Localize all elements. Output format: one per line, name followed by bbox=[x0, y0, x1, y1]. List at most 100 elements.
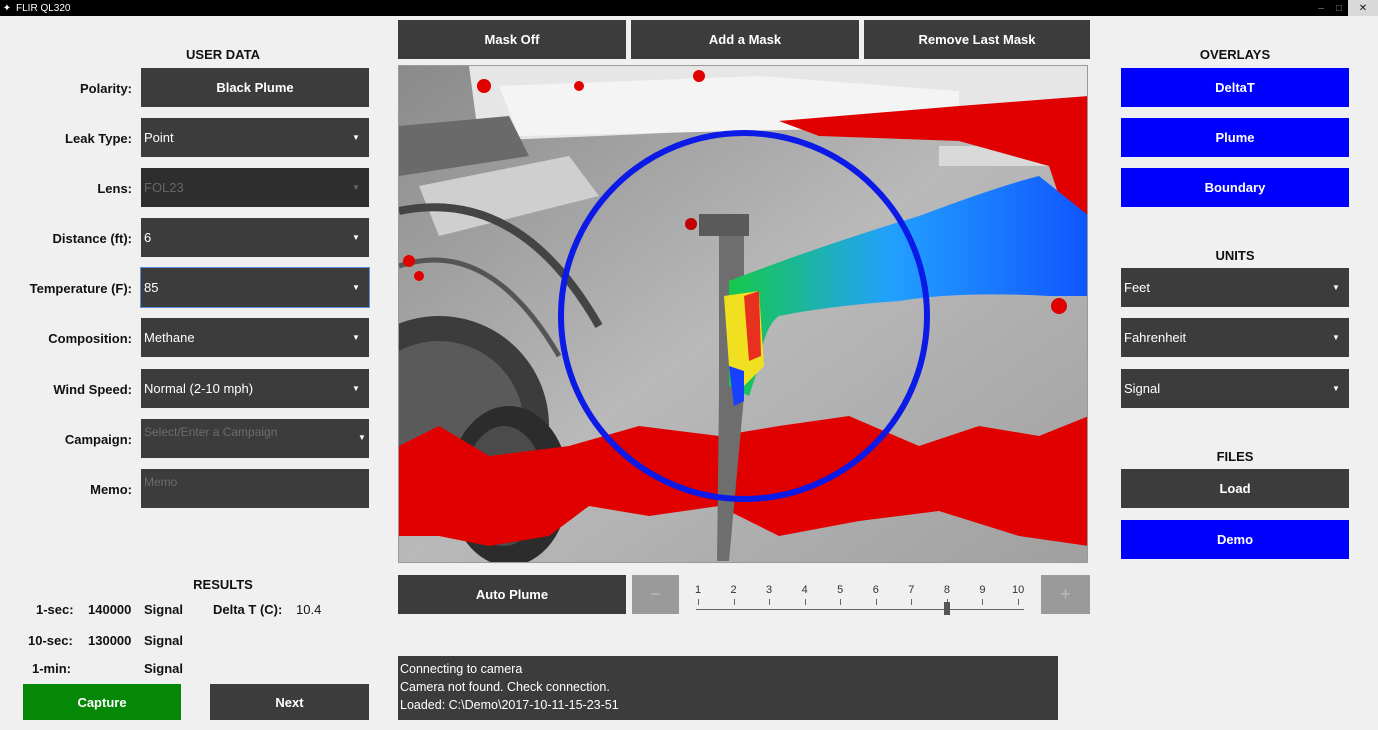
leak-type-dropdown[interactable]: Point ▼ bbox=[141, 118, 369, 157]
ten-sec-value: 130000 bbox=[88, 633, 132, 648]
maximize-icon[interactable]: □ bbox=[1330, 0, 1348, 16]
temperature-label: Temperature (F): bbox=[29, 281, 132, 296]
status-line: Camera not found. Check connection. bbox=[400, 680, 610, 694]
slider-tick-mark bbox=[840, 599, 842, 605]
minimize-icon[interactable]: – bbox=[1312, 0, 1330, 16]
chevron-down-icon: ▼ bbox=[352, 183, 360, 192]
close-icon[interactable]: ✕ bbox=[1348, 0, 1378, 16]
lens-value: FOL23 bbox=[144, 180, 184, 195]
temperature-dropdown[interactable]: 85 ▼ bbox=[140, 267, 370, 308]
slider-tick-label: 2 bbox=[730, 584, 737, 596]
leak-type-label: Leak Type: bbox=[65, 131, 132, 146]
auto-plume-button[interactable]: Auto Plume bbox=[398, 575, 626, 614]
boundary-overlay-button[interactable]: Boundary bbox=[1121, 168, 1349, 207]
chevron-down-icon: ▼ bbox=[1332, 333, 1340, 342]
thermal-image-viewer[interactable] bbox=[398, 65, 1088, 563]
campaign-combobox[interactable]: Select/Enter a Campaign ▼ bbox=[141, 419, 369, 458]
remove-last-mask-button[interactable]: Remove Last Mask bbox=[864, 20, 1090, 59]
next-button[interactable]: Next bbox=[210, 684, 369, 720]
wind-speed-value: Normal (2-10 mph) bbox=[144, 381, 254, 396]
slider-tick-mark bbox=[769, 599, 771, 605]
slider-tick-label: 4 bbox=[801, 584, 808, 596]
results-title: RESULTS bbox=[193, 577, 253, 592]
slider-tick-label: 5 bbox=[837, 584, 844, 596]
chevron-down-icon: ▼ bbox=[358, 433, 366, 442]
plume-overlay-button[interactable]: Plume bbox=[1121, 118, 1349, 157]
signal-unit-dropdown[interactable]: Signal ▼ bbox=[1121, 369, 1349, 408]
chevron-down-icon: ▼ bbox=[352, 333, 360, 342]
memo-label: Memo: bbox=[90, 482, 132, 497]
one-min-unit: Signal bbox=[144, 661, 184, 676]
slider-tick-mark bbox=[733, 599, 735, 605]
one-min-label: 1-min: bbox=[32, 661, 71, 676]
window-controls: – □ ✕ bbox=[1312, 0, 1378, 16]
campaign-placeholder: Select/Enter a Campaign bbox=[144, 425, 278, 439]
demo-button[interactable]: Demo bbox=[1121, 520, 1349, 559]
slider-tick-label: 10 bbox=[1012, 584, 1025, 596]
slider-tick-mark bbox=[982, 599, 984, 605]
slider-tick-label: 8 bbox=[943, 584, 950, 596]
slider-tick-mark bbox=[911, 599, 913, 605]
slider-tick-mark bbox=[804, 599, 806, 605]
user-data-title: USER DATA bbox=[186, 47, 260, 62]
slider-tick-label: 9 bbox=[979, 584, 986, 596]
slider-tick-label: 6 bbox=[872, 584, 879, 596]
campaign-label: Campaign: bbox=[64, 432, 132, 447]
chevron-down-icon: ▼ bbox=[352, 384, 360, 393]
deltat-overlay-button[interactable]: DeltaT bbox=[1121, 68, 1349, 107]
plume-increase-button[interactable]: + bbox=[1041, 575, 1090, 614]
temperature-unit-dropdown[interactable]: Fahrenheit ▼ bbox=[1121, 318, 1349, 357]
wind-speed-dropdown[interactable]: Normal (2-10 mph) ▼ bbox=[141, 369, 369, 408]
distance-dropdown[interactable]: 6 ▼ bbox=[141, 218, 369, 257]
status-log: Connecting to camera Camera not found. C… bbox=[398, 656, 1058, 720]
mask-off-button[interactable]: Mask Off bbox=[398, 20, 626, 59]
one-sec-label: 1-sec: bbox=[36, 602, 74, 617]
slider-track bbox=[696, 609, 1024, 610]
app-icon: ✦ bbox=[2, 2, 12, 14]
memo-placeholder: Memo bbox=[144, 475, 178, 489]
slider-tick-label: 3 bbox=[766, 584, 773, 596]
add-mask-button[interactable]: Add a Mask bbox=[631, 20, 859, 59]
composition-value: Methane bbox=[144, 330, 195, 345]
polarity-button[interactable]: Black Plume bbox=[141, 68, 369, 107]
slider-tick-label: 7 bbox=[908, 584, 915, 596]
leak-type-value: Point bbox=[144, 130, 174, 145]
composition-label: Composition: bbox=[48, 331, 132, 346]
chevron-down-icon: ▼ bbox=[1332, 283, 1340, 292]
load-button[interactable]: Load bbox=[1121, 469, 1349, 508]
plume-threshold-slider[interactable]: 1 2 3 4 5 6 7 8 9 10 bbox=[694, 580, 1026, 620]
composition-dropdown[interactable]: Methane ▼ bbox=[141, 318, 369, 357]
distance-label: Distance (ft): bbox=[52, 231, 132, 246]
temperature-value: 85 bbox=[144, 280, 159, 295]
wind-speed-label: Wind Speed: bbox=[53, 382, 132, 397]
distance-unit-value: Feet bbox=[1124, 280, 1151, 295]
thermal-image bbox=[399, 66, 1087, 562]
overlays-title: OVERLAYS bbox=[1199, 47, 1271, 62]
memo-input[interactable]: Memo bbox=[141, 469, 369, 508]
units-title: UNITS bbox=[1215, 248, 1255, 263]
files-title: FILES bbox=[1216, 449, 1254, 464]
status-line: Connecting to camera bbox=[400, 662, 523, 676]
signal-unit-value: Signal bbox=[1124, 381, 1161, 396]
capture-button[interactable]: Capture bbox=[23, 684, 181, 720]
chevron-down-icon: ▼ bbox=[352, 283, 360, 292]
chevron-down-icon: ▼ bbox=[352, 233, 360, 242]
delta-t-value: 10.4 bbox=[296, 602, 322, 617]
delta-t-label: Delta T (C): bbox=[213, 602, 283, 617]
slider-tick-mark bbox=[1018, 599, 1019, 605]
temperature-unit-value: Fahrenheit bbox=[1124, 330, 1187, 345]
chevron-down-icon: ▼ bbox=[352, 133, 360, 142]
plume-decrease-button[interactable]: − bbox=[632, 575, 679, 614]
slider-tick-label: 1 bbox=[694, 584, 702, 596]
lens-dropdown: FOL23 ▼ bbox=[141, 168, 369, 207]
distance-value: 6 bbox=[144, 230, 152, 245]
title-bar: ✦ FLIR QL320 – □ ✕ bbox=[0, 0, 1378, 16]
one-sec-value: 140000 bbox=[88, 602, 132, 617]
one-sec-unit: Signal bbox=[144, 602, 184, 617]
ten-sec-unit: Signal bbox=[144, 633, 184, 648]
lens-label: Lens: bbox=[97, 181, 132, 196]
status-line: Loaded: C:\Demo\2017-10-11-15-23-51 bbox=[400, 698, 619, 712]
chevron-down-icon: ▼ bbox=[1332, 384, 1340, 393]
slider-thumb[interactable] bbox=[943, 602, 950, 615]
distance-unit-dropdown[interactable]: Feet ▼ bbox=[1121, 268, 1349, 307]
